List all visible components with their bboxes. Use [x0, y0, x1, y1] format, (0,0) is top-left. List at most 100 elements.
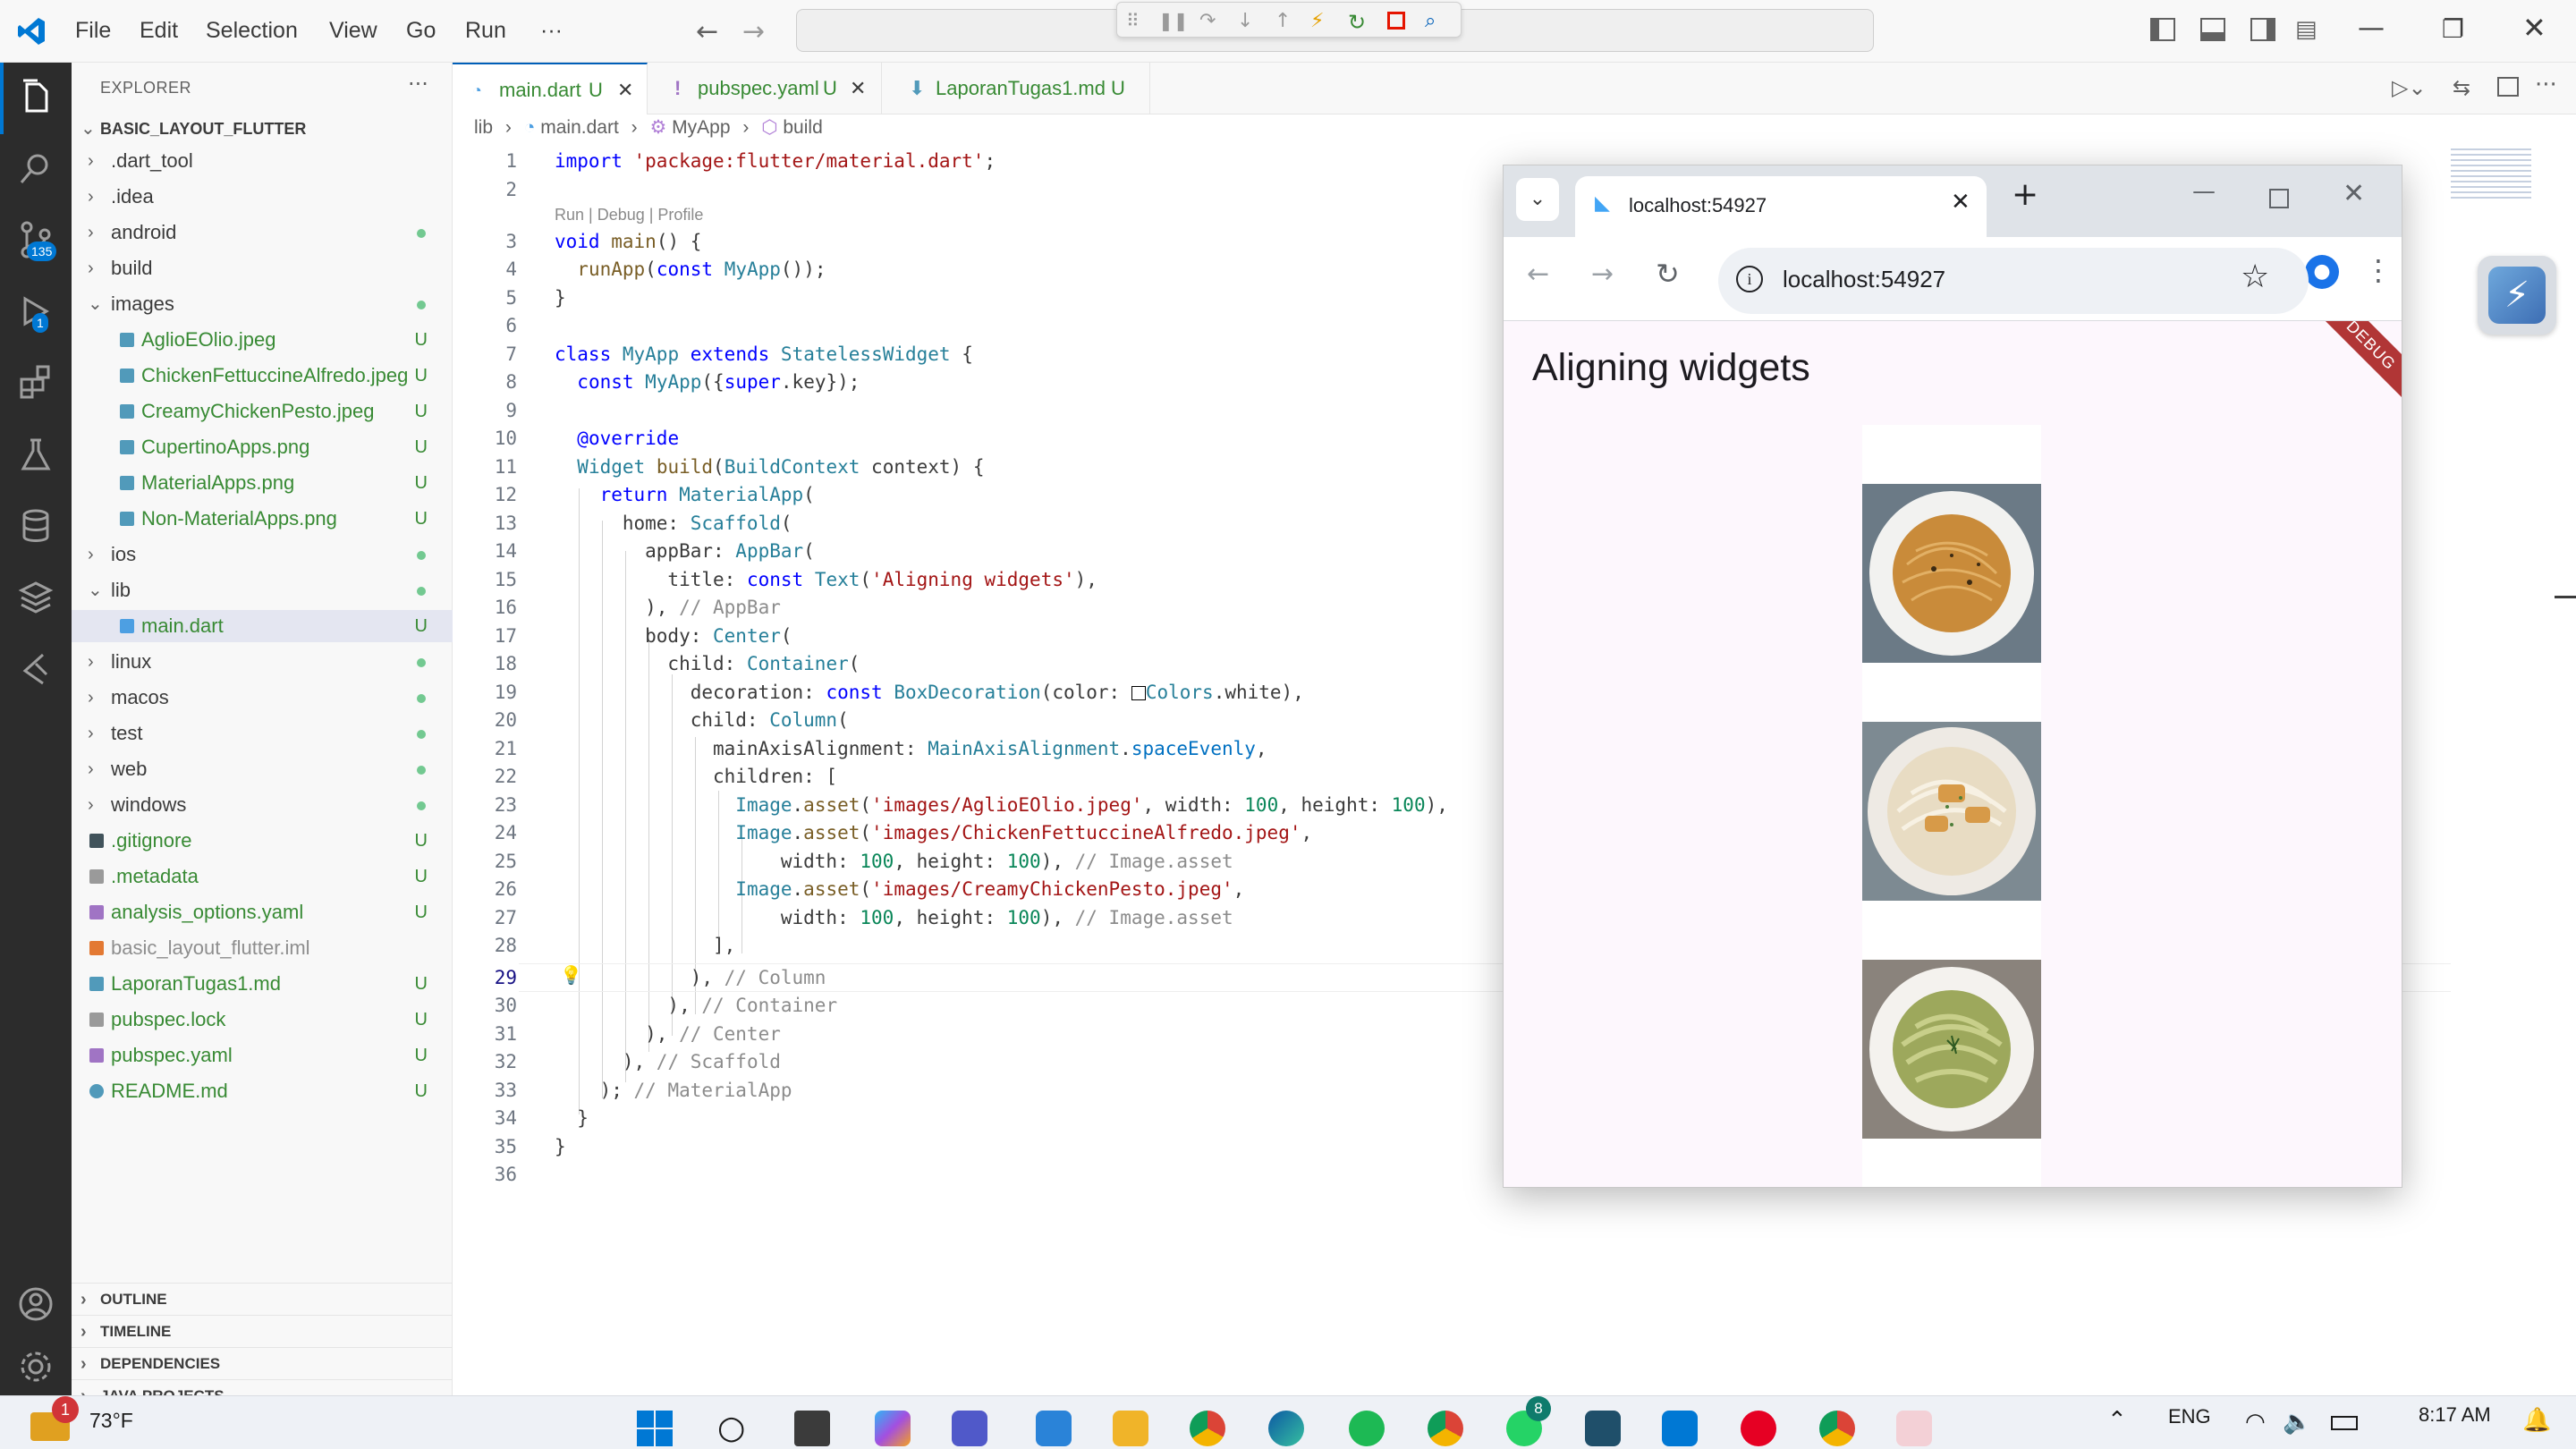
- show-hidden-icons-icon[interactable]: ⌃: [2107, 1407, 2127, 1434]
- new-tab-button[interactable]: +: [2012, 176, 2038, 213]
- tree-item[interactable]: › linux: [72, 646, 453, 678]
- tab-search-icon[interactable]: ⌄: [1516, 178, 1559, 221]
- close-tab-icon[interactable]: ✕: [617, 64, 633, 116]
- codelens-run-debug-profile[interactable]: Run | Debug | Profile: [555, 206, 703, 225]
- chrome-profile-icon[interactable]: [1428, 1411, 1463, 1446]
- tree-item[interactable]: README.md U: [72, 1075, 453, 1107]
- back-arrow-icon[interactable]: ←: [696, 16, 718, 47]
- devtools-icon[interactable]: ⌕: [1425, 10, 1446, 32]
- tree-item[interactable]: › .dart_tool: [72, 145, 453, 177]
- tree-item[interactable]: › test: [72, 717, 453, 750]
- tree-item[interactable]: main.dart U: [72, 610, 453, 642]
- tree-item[interactable]: pubspec.lock U: [72, 1004, 453, 1036]
- toggle-secondary-sidebar-icon[interactable]: [2250, 18, 2275, 41]
- tree-item[interactable]: ⌄ images: [72, 288, 453, 320]
- browser-tab[interactable]: ◣ localhost:54927 ✕: [1575, 176, 1987, 237]
- layers-icon[interactable]: [16, 578, 55, 617]
- app-icon[interactable]: [1585, 1411, 1621, 1446]
- testing-icon[interactable]: [16, 435, 55, 474]
- taskbar-search-icon[interactable]: ○: [717, 1411, 753, 1446]
- tree-item[interactable]: › windows: [72, 789, 453, 821]
- close-tab-icon[interactable]: ✕: [850, 63, 866, 114]
- browser-menu-icon[interactable]: ⋮: [2364, 253, 2393, 287]
- settings-gear-icon[interactable]: [16, 1347, 55, 1386]
- notepad-icon[interactable]: [1036, 1411, 1072, 1446]
- tree-item[interactable]: pubspec.yaml U: [72, 1039, 453, 1072]
- panel-timeline[interactable]: › TIMELINE: [72, 1315, 453, 1347]
- chrome-icon[interactable]: [1190, 1411, 1225, 1446]
- copilot-icon[interactable]: [875, 1411, 911, 1446]
- compare-changes-icon[interactable]: ⇆: [2453, 75, 2470, 100]
- search-icon[interactable]: [16, 148, 55, 188]
- step-out-icon[interactable]: ↑: [1275, 10, 1296, 32]
- explorer-root[interactable]: ⌄ BASIC_LAYOUT_FLUTTER: [72, 113, 453, 145]
- tree-item[interactable]: ⌄ lib: [72, 574, 453, 606]
- explorer-icon[interactable]: [16, 77, 55, 116]
- browser-forward-icon[interactable]: →: [1591, 258, 1614, 290]
- breadcrumb-lib[interactable]: lib: [474, 117, 493, 138]
- minimap[interactable]: [2451, 145, 2531, 199]
- battery-icon[interactable]: [2331, 1416, 2358, 1430]
- explorer-more-button[interactable]: ···: [408, 72, 428, 97]
- menu-go[interactable]: Go: [406, 18, 436, 44]
- snipping-tool-icon[interactable]: [1896, 1411, 1932, 1446]
- tree-item[interactable]: analysis_options.yaml U: [72, 896, 453, 928]
- breadcrumb-class[interactable]: MyApp: [672, 117, 730, 138]
- tree-item[interactable]: › android: [72, 216, 453, 249]
- tree-item[interactable]: LaporanTugas1.md U: [72, 968, 453, 1000]
- tree-item[interactable]: CreamyChickenPesto.jpeg U: [72, 395, 453, 428]
- accounts-icon[interactable]: [16, 1284, 55, 1324]
- menu-selection[interactable]: Selection: [206, 18, 298, 44]
- chrome-window-icon[interactable]: [1819, 1411, 1855, 1446]
- database-icon[interactable]: [16, 506, 55, 546]
- browser-maximize-icon[interactable]: [2269, 189, 2289, 208]
- teams-icon[interactable]: [952, 1411, 987, 1446]
- close-tab-icon[interactable]: ✕: [1951, 189, 1970, 216]
- tree-item[interactable]: MaterialApps.png U: [72, 467, 453, 499]
- menu-edit[interactable]: Edit: [140, 18, 178, 44]
- menu-file[interactable]: File: [75, 18, 111, 44]
- tree-item[interactable]: CupertinoApps.png U: [72, 431, 453, 463]
- tree-item[interactable]: › ios: [72, 538, 453, 571]
- windows-start-icon[interactable]: [637, 1411, 673, 1446]
- file-explorer-icon[interactable]: [1113, 1411, 1148, 1446]
- breadcrumb-method[interactable]: build: [783, 117, 822, 138]
- browser-close-icon[interactable]: ✕: [2343, 178, 2365, 209]
- restart-icon[interactable]: ↻: [1348, 10, 1369, 35]
- pinterest-icon[interactable]: [1741, 1411, 1776, 1446]
- forward-arrow-icon[interactable]: →: [742, 16, 765, 47]
- extensions-icon[interactable]: [16, 363, 55, 402]
- run-dropdown-icon[interactable]: ▷⌄: [2392, 75, 2427, 100]
- volume-icon[interactable]: 🔈: [2283, 1409, 2311, 1436]
- tree-item[interactable]: ChickenFettuccineAlfredo.jpeg U: [72, 360, 453, 392]
- tab-laporan-md[interactable]: ⬇ LaporanTugas1.md U: [882, 63, 1150, 114]
- spotify-icon[interactable]: [1349, 1411, 1385, 1446]
- browser-reload-icon[interactable]: ↻: [1656, 257, 1680, 291]
- tree-item[interactable]: basic_layout_flutter.iml: [72, 932, 453, 964]
- browser-minimize-icon[interactable]: —: [2192, 178, 2216, 205]
- tree-item[interactable]: AglioEOlio.jpeg U: [72, 324, 453, 356]
- site-info-icon[interactable]: i: [1736, 266, 1763, 292]
- tree-item[interactable]: Non-MaterialApps.png U: [72, 503, 453, 535]
- task-view-icon[interactable]: [794, 1411, 830, 1446]
- restore-icon[interactable]: ❐: [2442, 14, 2464, 44]
- step-into-icon[interactable]: ↓: [1237, 10, 1258, 32]
- browser-back-icon[interactable]: ←: [1527, 258, 1549, 290]
- menu-run[interactable]: Run: [465, 18, 506, 44]
- toggle-panel-icon[interactable]: [2200, 18, 2225, 41]
- menu-more[interactable]: ···: [540, 18, 563, 44]
- vscode-taskbar-icon[interactable]: [1662, 1411, 1698, 1446]
- tree-item[interactable]: › .idea: [72, 181, 453, 213]
- tree-item[interactable]: › build: [72, 252, 453, 284]
- tab-pubspec-yaml[interactable]: ! pubspec.yaml U ✕: [648, 63, 882, 114]
- wifi-icon[interactable]: ◠: [2245, 1409, 2266, 1436]
- split-editor-icon[interactable]: [2497, 77, 2519, 97]
- edge-icon[interactable]: [1268, 1411, 1304, 1446]
- panel-dependencies[interactable]: › DEPENDENCIES: [72, 1347, 453, 1379]
- profile-avatar-icon[interactable]: ●: [2305, 255, 2339, 289]
- drag-handle-icon[interactable]: ⠿: [1126, 10, 1148, 31]
- tree-item[interactable]: › web: [72, 753, 453, 785]
- toggle-sidebar-icon[interactable]: [2150, 18, 2175, 41]
- tree-item[interactable]: .metadata U: [72, 860, 453, 893]
- close-window-icon[interactable]: ✕: [2522, 11, 2546, 45]
